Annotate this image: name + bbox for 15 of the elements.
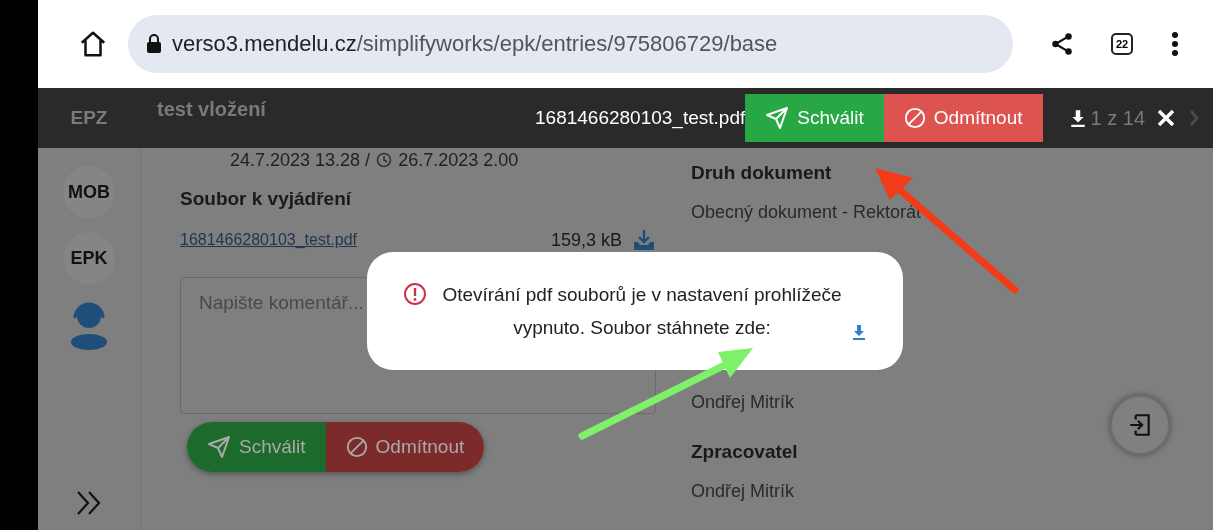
section-heading: Soubor k vyjádření	[180, 188, 353, 210]
file-name: 1681466280103_test.pdf	[535, 107, 746, 129]
field-value: Ondřej Mitrík	[691, 392, 796, 413]
field-label: Zpracovatel	[691, 441, 799, 463]
created-date: 24.7.2023 13.28 /	[230, 149, 371, 171]
page-counter: 1 z 14	[1090, 106, 1145, 130]
field-label: Druh dokument	[691, 162, 833, 184]
entry-title: test vložení	[157, 97, 266, 121]
section-label: EPZ	[69, 107, 109, 129]
field-value: Ondřej Mitrík	[691, 481, 796, 502]
field-value: Obecný dokument - Rektorát	[691, 202, 923, 223]
deadline-date: 26.7.2023 2.00	[398, 149, 519, 171]
file-size: 159,3 kB	[550, 229, 622, 251]
alert-message: Otevírání pdf souborů je v nastavení prohlížeče vypnuto. Soubor stáhnete zde:	[441, 283, 843, 340]
url-text: verso3.mendelu.cz/simplifyworks/epk/entries/975806729/base	[172, 31, 778, 57]
